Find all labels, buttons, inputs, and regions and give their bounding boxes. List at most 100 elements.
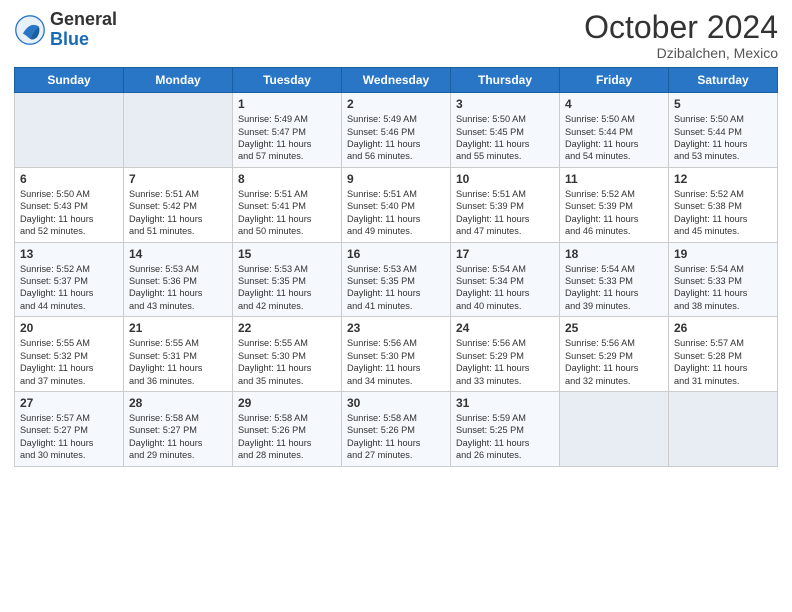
day-number: 4 bbox=[565, 97, 663, 111]
day-detail: Sunrise: 5:51 AM Sunset: 5:41 PM Dayligh… bbox=[238, 188, 336, 238]
header-wednesday: Wednesday bbox=[342, 68, 451, 93]
day-detail: Sunrise: 5:54 AM Sunset: 5:33 PM Dayligh… bbox=[674, 263, 772, 313]
day-number: 6 bbox=[20, 172, 118, 186]
header-monday: Monday bbox=[124, 68, 233, 93]
day-cell: 24 Sunrise: 5:56 AM Sunset: 5:29 PM Dayli… bbox=[451, 317, 560, 392]
day-number: 24 bbox=[456, 321, 554, 335]
day-detail: Sunrise: 5:52 AM Sunset: 5:37 PM Dayligh… bbox=[20, 263, 118, 313]
day-number: 23 bbox=[347, 321, 445, 335]
week-row-2: 6Sunrise: 5:50 AM Sunset: 5:43 PM Daylig… bbox=[15, 167, 778, 242]
header-tuesday: Tuesday bbox=[233, 68, 342, 93]
title-block: October 2024 Dzibalchen, Mexico bbox=[584, 10, 778, 61]
logo-general: General bbox=[50, 10, 117, 30]
day-number: 27 bbox=[20, 396, 118, 410]
day-number: 22 bbox=[238, 321, 336, 335]
week-row-4: 20 Sunrise: 5:55 AM Sunset: 5:32 PM Dayli… bbox=[15, 317, 778, 392]
day-cell: 10Sunrise: 5:51 AM Sunset: 5:39 PM Dayli… bbox=[451, 167, 560, 242]
day-cell: 7 Sunrise: 5:51 AM Sunset: 5:42 PM Daylig… bbox=[124, 167, 233, 242]
day-number: 12 bbox=[674, 172, 772, 186]
day-cell: 16 Sunrise: 5:53 AM Sunset: 5:35 PM Dayli… bbox=[342, 242, 451, 317]
day-detail: Sunrise: 5:55 AM Sunset: 5:32 PM Dayligh… bbox=[20, 337, 118, 387]
calendar-page: General Blue October 2024 Dzibalchen, Me… bbox=[0, 0, 792, 612]
day-number: 30 bbox=[347, 396, 445, 410]
logo-blue: Blue bbox=[50, 30, 117, 50]
day-cell: 18Sunrise: 5:54 AM Sunset: 5:33 PM Dayli… bbox=[560, 242, 669, 317]
month-title: October 2024 bbox=[584, 10, 778, 45]
day-cell bbox=[124, 93, 233, 168]
day-cell: 5 Sunrise: 5:50 AM Sunset: 5:44 PM Daylig… bbox=[669, 93, 778, 168]
day-detail: Sunrise: 5:49 AM Sunset: 5:46 PM Dayligh… bbox=[347, 113, 445, 163]
header-saturday: Saturday bbox=[669, 68, 778, 93]
day-detail: Sunrise: 5:51 AM Sunset: 5:39 PM Dayligh… bbox=[456, 188, 554, 238]
day-detail: Sunrise: 5:56 AM Sunset: 5:29 PM Dayligh… bbox=[456, 337, 554, 387]
day-cell: 1 Sunrise: 5:49 AM Sunset: 5:47 PM Daylig… bbox=[233, 93, 342, 168]
day-number: 17 bbox=[456, 247, 554, 261]
day-number: 14 bbox=[129, 247, 227, 261]
day-cell: 26Sunrise: 5:57 AM Sunset: 5:28 PM Dayli… bbox=[669, 317, 778, 392]
day-detail: Sunrise: 5:52 AM Sunset: 5:38 PM Dayligh… bbox=[674, 188, 772, 238]
calendar-body: 1 Sunrise: 5:49 AM Sunset: 5:47 PM Daylig… bbox=[15, 93, 778, 466]
day-cell: 13 Sunrise: 5:52 AM Sunset: 5:37 PM Dayli… bbox=[15, 242, 124, 317]
day-cell: 14Sunrise: 5:53 AM Sunset: 5:36 PM Dayli… bbox=[124, 242, 233, 317]
day-cell: 2 Sunrise: 5:49 AM Sunset: 5:46 PM Daylig… bbox=[342, 93, 451, 168]
day-number: 11 bbox=[565, 172, 663, 186]
day-detail: Sunrise: 5:53 AM Sunset: 5:35 PM Dayligh… bbox=[347, 263, 445, 313]
day-cell: 25 Sunrise: 5:56 AM Sunset: 5:29 PM Dayli… bbox=[560, 317, 669, 392]
day-cell: 30Sunrise: 5:58 AM Sunset: 5:26 PM Dayli… bbox=[342, 391, 451, 466]
day-cell: 9 Sunrise: 5:51 AM Sunset: 5:40 PM Daylig… bbox=[342, 167, 451, 242]
week-row-3: 13 Sunrise: 5:52 AM Sunset: 5:37 PM Dayli… bbox=[15, 242, 778, 317]
day-number: 26 bbox=[674, 321, 772, 335]
day-number: 9 bbox=[347, 172, 445, 186]
logo: General Blue bbox=[14, 10, 117, 50]
day-cell bbox=[15, 93, 124, 168]
day-cell: 28Sunrise: 5:58 AM Sunset: 5:27 PM Dayli… bbox=[124, 391, 233, 466]
day-cell: 17Sunrise: 5:54 AM Sunset: 5:34 PM Dayli… bbox=[451, 242, 560, 317]
day-cell: 29 Sunrise: 5:58 AM Sunset: 5:26 PM Dayli… bbox=[233, 391, 342, 466]
day-number: 3 bbox=[456, 97, 554, 111]
day-cell: 22 Sunrise: 5:55 AM Sunset: 5:30 PM Dayli… bbox=[233, 317, 342, 392]
day-detail: Sunrise: 5:58 AM Sunset: 5:26 PM Dayligh… bbox=[238, 412, 336, 462]
day-number: 21 bbox=[129, 321, 227, 335]
day-detail: Sunrise: 5:51 AM Sunset: 5:42 PM Dayligh… bbox=[129, 188, 227, 238]
day-number: 5 bbox=[674, 97, 772, 111]
logo-icon bbox=[14, 14, 46, 46]
day-cell: 11 Sunrise: 5:52 AM Sunset: 5:39 PM Dayli… bbox=[560, 167, 669, 242]
day-cell bbox=[560, 391, 669, 466]
day-detail: Sunrise: 5:52 AM Sunset: 5:39 PM Dayligh… bbox=[565, 188, 663, 238]
day-detail: Sunrise: 5:55 AM Sunset: 5:30 PM Dayligh… bbox=[238, 337, 336, 387]
day-detail: Sunrise: 5:51 AM Sunset: 5:40 PM Dayligh… bbox=[347, 188, 445, 238]
day-number: 25 bbox=[565, 321, 663, 335]
day-number: 31 bbox=[456, 396, 554, 410]
day-number: 2 bbox=[347, 97, 445, 111]
location: Dzibalchen, Mexico bbox=[584, 45, 778, 61]
header: General Blue October 2024 Dzibalchen, Me… bbox=[14, 10, 778, 61]
day-number: 15 bbox=[238, 247, 336, 261]
day-number: 1 bbox=[238, 97, 336, 111]
day-detail: Sunrise: 5:56 AM Sunset: 5:29 PM Dayligh… bbox=[565, 337, 663, 387]
day-cell: 19 Sunrise: 5:54 AM Sunset: 5:33 PM Dayli… bbox=[669, 242, 778, 317]
day-detail: Sunrise: 5:50 AM Sunset: 5:44 PM Dayligh… bbox=[565, 113, 663, 163]
day-number: 7 bbox=[129, 172, 227, 186]
week-row-1: 1 Sunrise: 5:49 AM Sunset: 5:47 PM Daylig… bbox=[15, 93, 778, 168]
calendar-header: Sunday Monday Tuesday Wednesday Thursday… bbox=[15, 68, 778, 93]
header-sunday: Sunday bbox=[15, 68, 124, 93]
day-cell: 3Sunrise: 5:50 AM Sunset: 5:45 PM Daylig… bbox=[451, 93, 560, 168]
day-cell: 12 Sunrise: 5:52 AM Sunset: 5:38 PM Dayli… bbox=[669, 167, 778, 242]
day-detail: Sunrise: 5:58 AM Sunset: 5:27 PM Dayligh… bbox=[129, 412, 227, 462]
day-detail: Sunrise: 5:55 AM Sunset: 5:31 PM Dayligh… bbox=[129, 337, 227, 387]
day-cell: 8Sunrise: 5:51 AM Sunset: 5:41 PM Daylig… bbox=[233, 167, 342, 242]
day-detail: Sunrise: 5:49 AM Sunset: 5:47 PM Dayligh… bbox=[238, 113, 336, 163]
day-detail: Sunrise: 5:53 AM Sunset: 5:35 PM Dayligh… bbox=[238, 263, 336, 313]
day-detail: Sunrise: 5:59 AM Sunset: 5:25 PM Dayligh… bbox=[456, 412, 554, 462]
header-friday: Friday bbox=[560, 68, 669, 93]
day-number: 29 bbox=[238, 396, 336, 410]
day-number: 19 bbox=[674, 247, 772, 261]
day-detail: Sunrise: 5:54 AM Sunset: 5:33 PM Dayligh… bbox=[565, 263, 663, 313]
day-number: 13 bbox=[20, 247, 118, 261]
day-number: 16 bbox=[347, 247, 445, 261]
day-cell: 31 Sunrise: 5:59 AM Sunset: 5:25 PM Dayli… bbox=[451, 391, 560, 466]
day-detail: Sunrise: 5:50 AM Sunset: 5:44 PM Dayligh… bbox=[674, 113, 772, 163]
day-number: 20 bbox=[20, 321, 118, 335]
day-cell bbox=[669, 391, 778, 466]
day-cell: 21 Sunrise: 5:55 AM Sunset: 5:31 PM Dayli… bbox=[124, 317, 233, 392]
